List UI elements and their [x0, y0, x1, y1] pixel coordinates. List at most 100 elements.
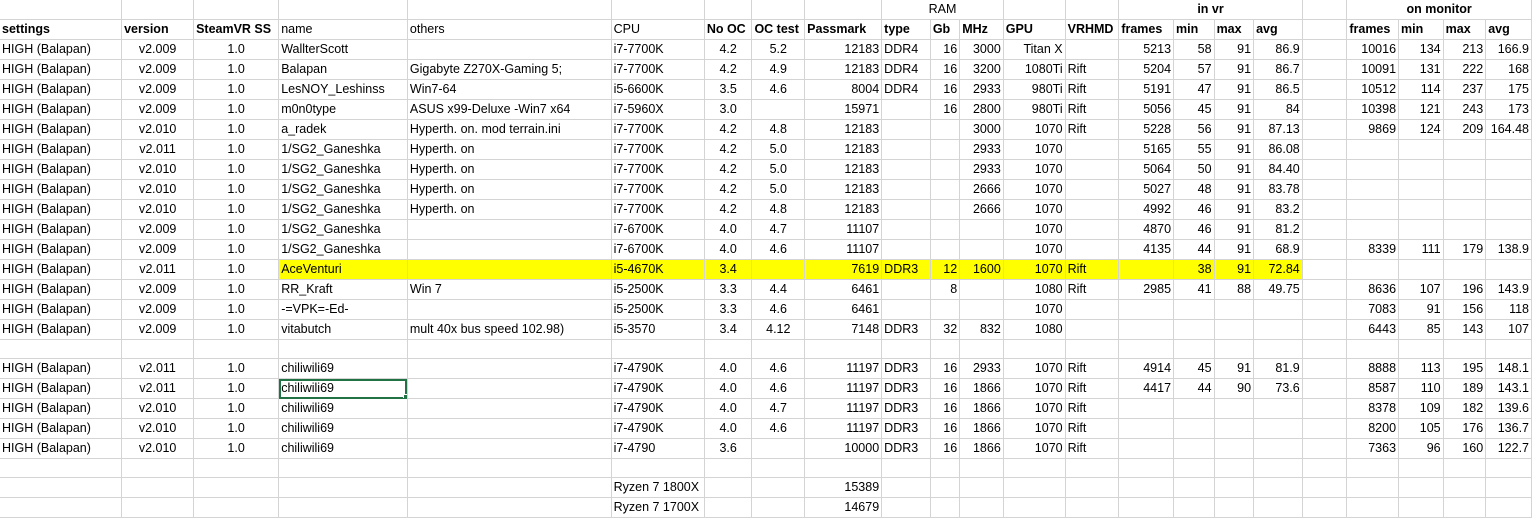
- cell-ram-type[interactable]: [881, 99, 931, 120]
- cell-ram-gb[interactable]: [930, 159, 961, 180]
- cell-version[interactable]: [121, 497, 195, 518]
- cell[interactable]: [1302, 139, 1348, 160]
- cell[interactable]: [193, 0, 280, 20]
- cell[interactable]: [1302, 497, 1348, 518]
- cell-mon-avg[interactable]: 139.6: [1485, 398, 1532, 419]
- cell-cpu[interactable]: i7-7700K: [611, 159, 705, 180]
- cell-no-oc[interactable]: [704, 458, 753, 478]
- cell-ram-mhz[interactable]: 2933: [959, 139, 1004, 160]
- cell-mon-max[interactable]: 160: [1443, 438, 1487, 459]
- cell-oc-test[interactable]: 4.4: [751, 279, 806, 300]
- cell-mon-max[interactable]: [1443, 458, 1487, 478]
- cell[interactable]: [1302, 458, 1348, 478]
- cell-vrhmd[interactable]: Rift: [1065, 99, 1120, 120]
- cell-name[interactable]: -=VPK=-Ed-: [278, 299, 408, 320]
- cell-ram-type[interactable]: DDR4: [881, 79, 931, 100]
- cell-vr-avg[interactable]: 86.08: [1253, 139, 1303, 160]
- cell[interactable]: [1302, 239, 1348, 260]
- cell-mon-max[interactable]: 189: [1443, 378, 1487, 399]
- cell-vr-max[interactable]: [1214, 497, 1255, 518]
- cell-version[interactable]: v2.009: [121, 79, 195, 100]
- cell[interactable]: [278, 0, 408, 20]
- cell-vr-max[interactable]: [1214, 438, 1255, 459]
- cell-settings[interactable]: HIGH (Balapan): [0, 259, 123, 280]
- cell-oc-test[interactable]: 4.6: [751, 418, 806, 439]
- cell-ram-type[interactable]: [881, 339, 931, 359]
- cell[interactable]: [1302, 39, 1348, 60]
- cell-passmark[interactable]: [804, 339, 883, 359]
- cell-mon-max[interactable]: 195: [1443, 358, 1487, 379]
- cell-name[interactable]: 1/SG2_Ganeshka: [278, 199, 408, 220]
- cell-ram-mhz[interactable]: [959, 458, 1004, 478]
- header-vrhmd[interactable]: VRHMD: [1065, 19, 1120, 40]
- cell-no-oc[interactable]: 3.4: [704, 319, 753, 340]
- cell-version[interactable]: v2.011: [121, 259, 195, 280]
- cell-vr-min[interactable]: [1173, 418, 1215, 439]
- cell-oc-test[interactable]: 4.12: [751, 319, 806, 340]
- cell-cpu[interactable]: i5-2500K: [611, 279, 705, 300]
- cell-oc-test[interactable]: 5.2: [751, 39, 806, 60]
- cell-cpu[interactable]: i7-6700K: [611, 219, 705, 240]
- cell-ram-type[interactable]: [881, 139, 931, 160]
- cell-settings[interactable]: HIGH (Balapan): [0, 219, 123, 240]
- cell-mon-max[interactable]: 237: [1443, 79, 1487, 100]
- cell-mon-max[interactable]: 182: [1443, 398, 1487, 419]
- cell-ram-mhz[interactable]: [959, 339, 1004, 359]
- cell-mon-frames[interactable]: 8339: [1346, 239, 1400, 260]
- cell-ram-type[interactable]: [881, 239, 931, 260]
- cell-vrhmd[interactable]: [1065, 477, 1120, 498]
- cell-mon-avg[interactable]: [1485, 179, 1532, 200]
- cell-steamvr-ss[interactable]: 1.0: [193, 119, 280, 140]
- cell-ram-gb[interactable]: 16: [930, 378, 961, 399]
- cell-vr-frames[interactable]: 5204: [1118, 59, 1175, 80]
- cell-mon-max[interactable]: [1443, 339, 1487, 359]
- cell-mon-frames[interactable]: [1346, 219, 1400, 240]
- cell-vr-min[interactable]: 44: [1173, 378, 1215, 399]
- cell-others[interactable]: [407, 339, 612, 359]
- cell-mon-avg[interactable]: 173: [1485, 99, 1532, 120]
- cell-vrhmd[interactable]: [1065, 199, 1120, 220]
- cell-no-oc[interactable]: 4.2: [704, 59, 753, 80]
- cell-ram-type[interactable]: [881, 119, 931, 140]
- cell-settings[interactable]: HIGH (Balapan): [0, 59, 123, 80]
- cell-others[interactable]: [407, 477, 612, 498]
- cell-version[interactable]: v2.011: [121, 139, 195, 160]
- cell-steamvr-ss[interactable]: 1.0: [193, 378, 280, 399]
- cell-mon-avg[interactable]: 164.48: [1485, 119, 1532, 140]
- cell-ram-type[interactable]: [881, 497, 931, 518]
- cell-vr-min[interactable]: [1173, 299, 1215, 320]
- cell-no-oc[interactable]: [704, 339, 753, 359]
- cell[interactable]: [1003, 0, 1066, 20]
- cell-no-oc[interactable]: 4.0: [704, 418, 753, 439]
- cell-mon-frames[interactable]: 8636: [1346, 279, 1400, 300]
- cell-ram-type[interactable]: [881, 477, 931, 498]
- cell-others[interactable]: [407, 259, 612, 280]
- cell-ram-gb[interactable]: [930, 139, 961, 160]
- cell-mon-avg[interactable]: [1485, 259, 1532, 280]
- cell-ram-type[interactable]: [881, 179, 931, 200]
- cell-settings[interactable]: [0, 477, 123, 498]
- cell-mon-frames[interactable]: [1346, 159, 1400, 180]
- cell-ram-mhz[interactable]: [959, 497, 1004, 518]
- cell-ram-mhz[interactable]: 2933: [959, 358, 1004, 379]
- cell-steamvr-ss[interactable]: 1.0: [193, 418, 280, 439]
- cell-vr-min[interactable]: [1173, 438, 1215, 459]
- cell-ram-mhz[interactable]: 1866: [959, 398, 1004, 419]
- cell-name[interactable]: m0n0type: [278, 99, 408, 120]
- cell-passmark[interactable]: 11197: [804, 378, 883, 399]
- cell-ram-mhz[interactable]: [959, 477, 1004, 498]
- cell-ram-type[interactable]: [881, 279, 931, 300]
- cell-version[interactable]: v2.011: [121, 358, 195, 379]
- cell-ram-type[interactable]: DDR3: [881, 418, 931, 439]
- cell-oc-test[interactable]: 5.0: [751, 139, 806, 160]
- cell[interactable]: [0, 0, 123, 20]
- cell-mon-min[interactable]: 109: [1398, 398, 1444, 419]
- cell-mon-max[interactable]: 176: [1443, 418, 1487, 439]
- cell-mon-avg[interactable]: 148.1: [1485, 358, 1532, 379]
- cell-vrhmd[interactable]: Rift: [1065, 418, 1120, 439]
- cell-others[interactable]: [407, 497, 612, 518]
- cell-cpu[interactable]: i7-7700K: [611, 59, 705, 80]
- cell-name[interactable]: 1/SG2_Ganeshka: [278, 219, 408, 240]
- header-oc-test[interactable]: OC test: [751, 19, 806, 40]
- cell-others[interactable]: [407, 438, 612, 459]
